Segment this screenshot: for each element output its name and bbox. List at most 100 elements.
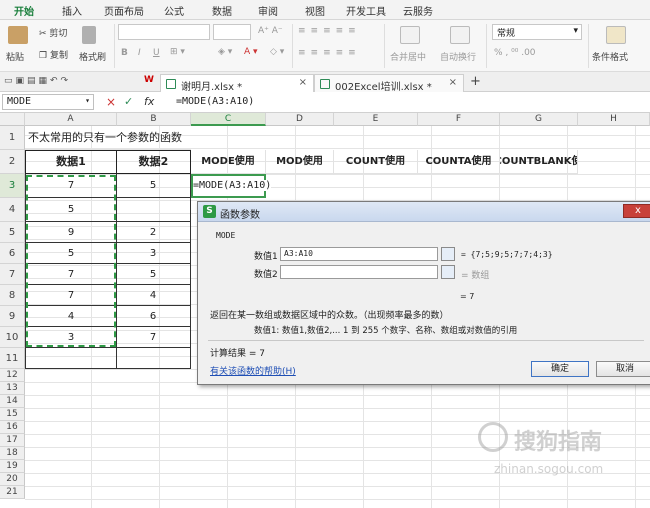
copy-button[interactable]: ❐ 复制 — [39, 48, 68, 61]
collapse-dialog-icon[interactable] — [441, 265, 455, 279]
header-cell[interactable]: 数据1 — [25, 150, 117, 174]
confirm-icon[interactable]: ✓ — [124, 95, 133, 108]
row-header[interactable]: 12 — [0, 369, 25, 382]
conditional-format-icon[interactable] — [606, 26, 626, 44]
sheet-title[interactable]: 不太常用的只有一个参数的函数 — [25, 126, 191, 150]
align-left-icons[interactable]: ≡≡≡≡≡ — [298, 48, 361, 58]
column-header-c[interactable]: C — [191, 113, 266, 126]
row-header[interactable]: 16 — [0, 421, 25, 434]
row-header[interactable]: 2 — [0, 150, 25, 174]
tab-formulas[interactable]: 公式 — [164, 3, 184, 18]
merge-center-button[interactable]: 合并居中 — [390, 50, 426, 63]
data-cell[interactable]: 5 — [116, 174, 191, 198]
row-header[interactable]: 3 — [0, 174, 25, 198]
column-header-a[interactable]: A — [25, 113, 117, 126]
font-size-buttons[interactable]: A⁺ A⁻ — [258, 26, 283, 36]
align-top-icons[interactable]: ≡≡≡≡≡ — [298, 26, 361, 36]
data-cell[interactable] — [116, 198, 191, 222]
data-cell[interactable]: 5 — [116, 264, 191, 285]
close-icon[interactable]: × — [299, 77, 307, 88]
fill-color-icon[interactable]: ◈ ▾ — [218, 47, 232, 57]
data-cell[interactable] — [25, 348, 117, 369]
formula-input[interactable]: =MODE(A3:A10) — [176, 96, 254, 107]
header-cell[interactable]: MOD使用 — [266, 150, 334, 174]
column-header-e[interactable]: E — [334, 113, 418, 126]
row-header[interactable]: 17 — [0, 434, 25, 447]
ok-button[interactable]: 确定 — [531, 361, 589, 377]
row-header[interactable]: 5 — [0, 222, 25, 243]
column-header-h[interactable]: H — [578, 113, 650, 126]
clear-format-icon[interactable]: ◇ ▾ — [270, 47, 284, 57]
column-header-b[interactable]: B — [117, 113, 191, 126]
row-header[interactable]: 20 — [0, 473, 25, 486]
header-cell[interactable]: COUNT使用 — [334, 150, 418, 174]
percent-format-buttons[interactable]: % ‚ ⁰⁰ .00 — [494, 48, 536, 58]
merge-center-icon[interactable] — [400, 26, 420, 44]
help-link[interactable]: 有关该函数的帮助(H) — [210, 364, 296, 377]
header-cell[interactable]: 数据2 — [116, 150, 191, 174]
row-header[interactable]: 19 — [0, 460, 25, 473]
row-header[interactable]: 8 — [0, 285, 25, 306]
data-cell[interactable] — [116, 348, 191, 369]
close-icon[interactable]: x — [623, 204, 650, 218]
italic-button[interactable]: I — [138, 48, 141, 58]
insert-function-icon[interactable]: fx — [144, 95, 154, 108]
format-painter-icon[interactable] — [82, 26, 96, 44]
row-header[interactable]: 7 — [0, 264, 25, 285]
name-box[interactable]: MODE ▾ — [2, 94, 94, 110]
tab-cloud[interactable]: 云服务 — [403, 3, 433, 18]
cancel-icon[interactable]: × — [106, 95, 116, 109]
tab-page-layout[interactable]: 页面布局 — [104, 3, 144, 18]
header-cell[interactable]: MODE使用 — [191, 150, 266, 174]
wps-logo-icon[interactable]: W — [144, 75, 154, 85]
select-all-corner[interactable] — [0, 113, 25, 126]
data-cell[interactable]: 6 — [116, 306, 191, 327]
header-cell[interactable]: COUNTA使用 — [418, 150, 500, 174]
wrap-text-button[interactable]: 自动换行 — [440, 50, 476, 63]
dialog-titlebar[interactable]: S 函数参数 x — [198, 202, 650, 222]
tab-data[interactable]: 数据 — [212, 3, 232, 18]
data-cell[interactable]: 3 — [116, 243, 191, 264]
paste-icon[interactable] — [8, 26, 28, 44]
data-cell[interactable]: 2 — [116, 222, 191, 243]
cut-button[interactable]: ✂ 剪切 — [39, 26, 67, 39]
close-icon[interactable]: × — [449, 77, 457, 88]
quick-access-icons[interactable]: ▭▣▤▦↶↷ — [4, 76, 71, 86]
bold-button[interactable]: B — [121, 48, 128, 58]
column-header-f[interactable]: F — [418, 113, 500, 126]
row-header[interactable]: 9 — [0, 306, 25, 327]
collapse-dialog-icon[interactable] — [441, 247, 455, 261]
header-cell[interactable]: COUNTBLANK使用 — [500, 150, 578, 174]
number-format-select[interactable]: 常规 ▾ — [492, 24, 582, 40]
row-header[interactable]: 11 — [0, 348, 25, 369]
tab-developer[interactable]: 开发工具 — [346, 3, 386, 18]
font-size-select[interactable] — [213, 24, 251, 40]
row-header[interactable]: 4 — [0, 198, 25, 222]
row-header[interactable]: 13 — [0, 382, 25, 395]
arg1-input[interactable]: A3:A10 — [280, 247, 438, 261]
format-painter-button[interactable]: 格式刷 — [79, 50, 106, 63]
data-cell[interactable]: 7 — [116, 327, 191, 348]
row-header[interactable]: 18 — [0, 447, 25, 460]
conditional-format-button[interactable]: 条件格式 — [592, 50, 628, 63]
new-tab-icon[interactable]: + — [470, 74, 481, 89]
doc-tab-active[interactable]: 谢明月.xlsx * × — [160, 74, 314, 93]
tab-review[interactable]: 审阅 — [258, 3, 278, 18]
paste-button[interactable]: 粘贴 — [6, 50, 24, 63]
doc-tab[interactable]: 002Excel培训.xlsx * × — [314, 74, 464, 93]
wrap-text-icon[interactable] — [450, 26, 470, 44]
data-cell[interactable]: 4 — [116, 285, 191, 306]
row-header[interactable]: 21 — [0, 486, 25, 499]
cancel-button[interactable]: 取消 — [596, 361, 650, 377]
border-icon[interactable]: ⊞ ▾ — [170, 47, 185, 57]
column-header-g[interactable]: G — [500, 113, 578, 126]
arg2-input[interactable] — [280, 265, 438, 279]
row-header[interactable]: 10 — [0, 327, 25, 348]
tab-home[interactable]: 开始 — [12, 3, 36, 23]
tab-view[interactable]: 视图 — [305, 3, 325, 18]
tab-insert[interactable]: 插入 — [62, 3, 82, 18]
row-header[interactable]: 6 — [0, 243, 25, 264]
underline-button[interactable]: U — [153, 48, 160, 58]
row-header[interactable]: 15 — [0, 408, 25, 421]
column-header-d[interactable]: D — [266, 113, 334, 126]
